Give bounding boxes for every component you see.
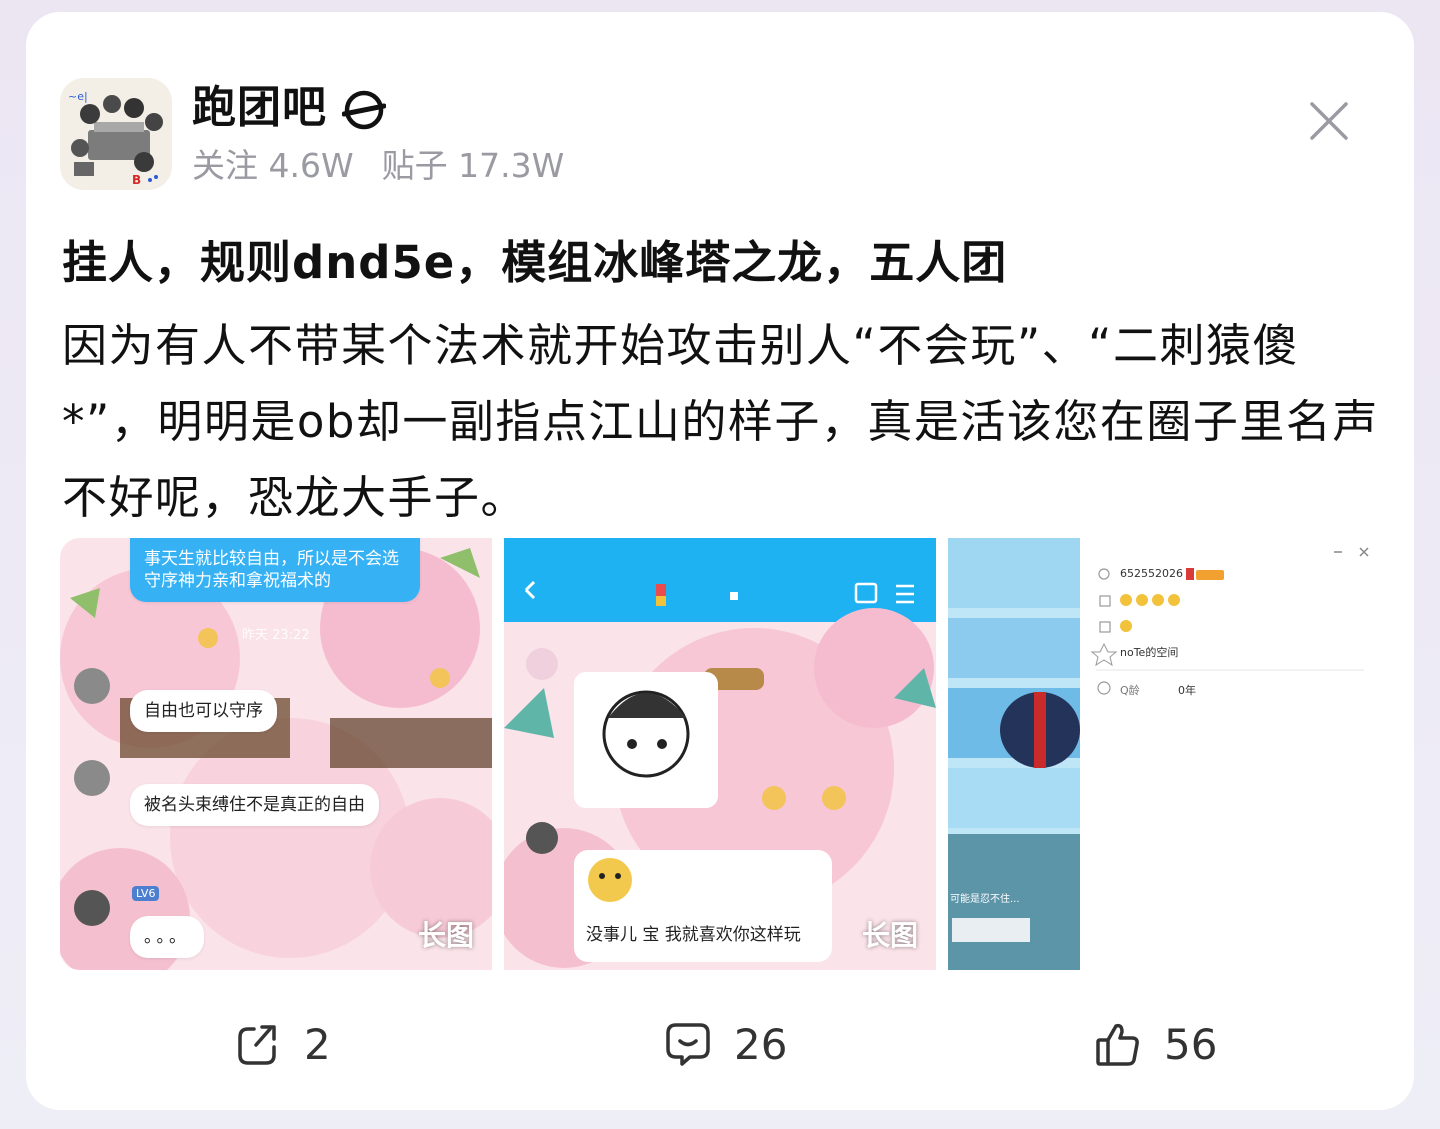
age-label: Q龄 bbox=[1120, 684, 1140, 697]
posts-stat: 贴子 17.3W bbox=[382, 144, 565, 188]
share-button[interactable]: 2 bbox=[236, 1014, 331, 1074]
post-image-1[interactable]: 事天生就比较自由，所以是不会选守序神力亲和拿祝福术的 昨天 23:22 自由也可… bbox=[60, 538, 492, 970]
forum-stats: 关注 4.6W 贴子 17.3W bbox=[192, 144, 564, 188]
space-label: noTe的空间 bbox=[1120, 646, 1179, 659]
share-icon bbox=[238, 1025, 276, 1065]
thumbs-up-icon bbox=[1096, 1023, 1139, 1066]
posts-label: 贴子 bbox=[381, 146, 448, 185]
like-count: 56 bbox=[1164, 1019, 1218, 1069]
qq-number: 652552026 bbox=[1120, 567, 1183, 580]
signature-text: 可能是忍不住... bbox=[950, 894, 1020, 905]
share-count: 2 bbox=[304, 1019, 331, 1069]
comment-icon bbox=[666, 1023, 710, 1066]
forum-avatar[interactable]: ~e| B bbox=[60, 78, 172, 190]
post-image-2[interactable]: 没事儿 宝 我就喜欢你这样玩 长图 bbox=[504, 538, 936, 970]
close-icon bbox=[1310, 102, 1348, 140]
comment-button[interactable]: 26 bbox=[664, 1014, 787, 1074]
image-grid: 事天生就比较自由，所以是不会选守序神力亲和拿祝福术的 昨天 23:22 自由也可… bbox=[60, 538, 1380, 970]
action-bar: 2 26 56 bbox=[26, 1014, 1414, 1074]
level-badge: LV6 bbox=[132, 886, 160, 901]
post-content: 因为有人不带某个法术就开始攻击别人“不会玩”、“二刺猿傻*”，明明是ob却一副指… bbox=[62, 319, 1379, 524]
chat-bubble: 没事儿 宝 我就喜欢你这样玩 bbox=[586, 925, 801, 945]
follow-count: 4.6W bbox=[268, 146, 354, 185]
svg-text:~e|: ~e| bbox=[68, 90, 88, 103]
like-button[interactable]: 56 bbox=[1094, 1014, 1217, 1074]
follow-label: 关注 bbox=[192, 146, 258, 185]
post-image-3[interactable]: 652552026 noTe的空间 Q龄 0年 可能是忍不住... bbox=[948, 538, 1380, 970]
svg-text:B: B bbox=[132, 173, 141, 187]
chat-bubble: 被名头束缚住不是真正的自由 bbox=[130, 784, 379, 826]
long-image-tag: 长图 bbox=[417, 919, 474, 952]
long-image-tag: 长图 bbox=[861, 919, 918, 952]
chat-bubble-blue: 事天生就比较自由，所以是不会选守序神力亲和拿祝福术的 bbox=[130, 538, 420, 602]
forum-name[interactable]: 跑团吧 bbox=[192, 80, 327, 136]
chat-bubble: 。。。 bbox=[130, 916, 204, 958]
comment-count: 26 bbox=[734, 1019, 788, 1069]
post-card: ~e| B 跑团吧 关注 4.6W 贴子 17.3W 挂人，规则dnd5e，模组… bbox=[26, 12, 1414, 1110]
chat-bubble: 自由也可以守序 bbox=[130, 690, 277, 732]
forum-badge-icon bbox=[341, 88, 387, 132]
chat-time: 昨天 23:22 bbox=[242, 628, 310, 643]
post-title: 挂人，规则dnd5e，模组冰峰塔之龙，五人团 bbox=[62, 236, 1008, 289]
posts-count: 17.3W bbox=[458, 146, 565, 185]
follow-stat: 关注 4.6W bbox=[192, 144, 354, 188]
close-button[interactable] bbox=[1306, 98, 1352, 144]
age-value: 0年 bbox=[1178, 684, 1196, 697]
